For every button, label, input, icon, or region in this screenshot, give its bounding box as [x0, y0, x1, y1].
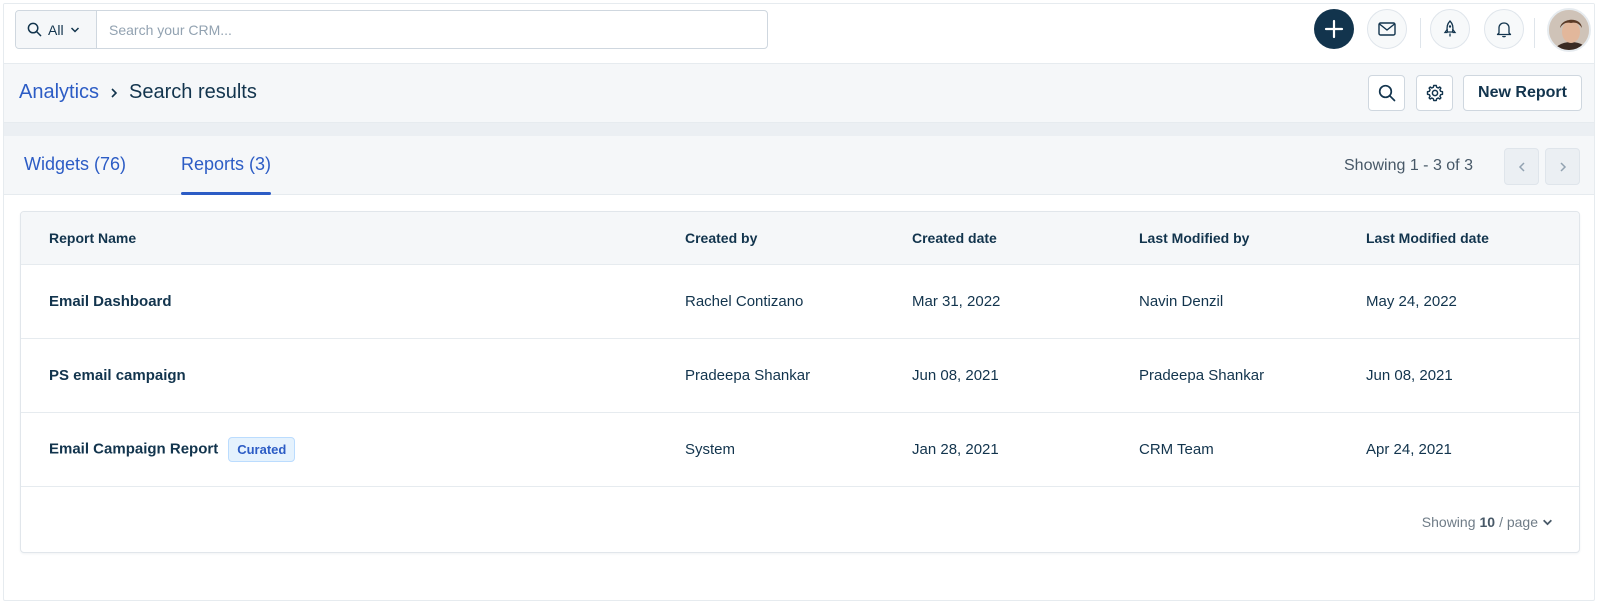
- header-separator: [4, 123, 1594, 136]
- tab-widgets[interactable]: Widgets (76): [24, 154, 126, 195]
- page-title: Search results: [129, 81, 257, 103]
- modified-date-cell: Jun 08, 2021: [1366, 366, 1453, 384]
- new-report-button[interactable]: New Report: [1463, 75, 1582, 111]
- created-by-cell: Rachel Contizano: [685, 292, 804, 310]
- modified-date-cell: May 24, 2022: [1366, 292, 1457, 310]
- search-icon: [1378, 84, 1395, 102]
- global-search: All: [15, 10, 768, 49]
- search-scope-dropdown[interactable]: All: [16, 11, 97, 48]
- previous-page-button[interactable]: [1504, 148, 1539, 185]
- mail-icon: [1378, 22, 1396, 36]
- table-row[interactable]: Email Dashboard Rachel Contizano Mar 31,…: [21, 264, 1579, 338]
- search-input[interactable]: [97, 11, 767, 48]
- column-header-created-by[interactable]: Created by: [685, 212, 912, 264]
- curated-badge: Curated: [228, 436, 296, 462]
- report-name-link[interactable]: Email Campaign Report: [49, 440, 218, 457]
- top-bar: All: [4, 4, 1594, 64]
- created-date-cell: Mar 31, 2022: [912, 292, 1001, 310]
- created-by-cell: Pradeepa Shankar: [685, 366, 811, 384]
- rocket-button[interactable]: [1430, 9, 1470, 49]
- per-page-prefix: Showing: [1421, 514, 1476, 530]
- reports-table: Report Name Created by Created date Last…: [21, 212, 1579, 487]
- notifications-button[interactable]: [1484, 9, 1524, 49]
- chevron-left-icon: [1518, 161, 1525, 172]
- tab-reports-label: Reports (3): [181, 154, 272, 174]
- active-tab-indicator: [181, 192, 272, 195]
- created-by-cell: System: [685, 440, 736, 458]
- per-page-suffix: / page: [1499, 514, 1538, 530]
- created-date-cell: Jun 08, 2021: [912, 366, 999, 384]
- chevron-right-icon: [1559, 161, 1566, 172]
- table-row[interactable]: PS email campaign Pradeepa Shankar Jun 0…: [21, 338, 1579, 412]
- modified-by-cell: Navin Denzil: [1139, 292, 1224, 310]
- breadcrumb: Analytics Search results: [19, 81, 257, 104]
- modified-date-cell: Apr 24, 2021: [1366, 440, 1452, 458]
- chevron-right-icon: [111, 87, 118, 98]
- toolbar-divider: [1420, 18, 1421, 48]
- column-header-report-name[interactable]: Report Name: [21, 212, 685, 264]
- report-name-link[interactable]: Email Dashboard: [49, 293, 172, 310]
- gear-icon: [1426, 84, 1443, 102]
- column-header-created-date[interactable]: Created date: [912, 212, 1139, 264]
- modified-by-cell: Pradeepa Shankar: [1139, 366, 1265, 384]
- bell-icon: [1496, 22, 1512, 38]
- search-icon: [27, 22, 42, 37]
- plus-icon: [1324, 19, 1344, 39]
- breadcrumb-analytics-link[interactable]: Analytics: [19, 81, 99, 104]
- report-name-link[interactable]: PS email campaign: [49, 367, 186, 384]
- rocket-icon: [1443, 20, 1457, 37]
- search-scope-label: All: [48, 21, 64, 38]
- quick-add-button[interactable]: [1314, 9, 1354, 49]
- avatar-image: [1549, 10, 1589, 50]
- modified-by-cell: CRM Team: [1139, 440, 1214, 458]
- search-button[interactable]: [1368, 75, 1405, 111]
- page-header: Analytics Search results New Report: [4, 64, 1594, 123]
- reports-table-card: Report Name Created by Created date Last…: [20, 211, 1580, 553]
- column-header-last-modified-date[interactable]: Last Modified date: [1366, 212, 1579, 264]
- per-page-value: 10: [1479, 514, 1496, 530]
- tabs-row: Widgets (76) Reports (3) Showing 1 - 3 o…: [4, 136, 1594, 195]
- table-row[interactable]: Email Campaign Report Curated System Jan …: [21, 412, 1579, 486]
- settings-button[interactable]: [1416, 75, 1453, 111]
- next-page-button[interactable]: [1545, 148, 1580, 185]
- table-header-row: Report Name Created by Created date Last…: [21, 212, 1579, 264]
- column-header-last-modified-by[interactable]: Last Modified by: [1139, 212, 1366, 264]
- mail-button[interactable]: [1367, 9, 1407, 49]
- per-page-selector[interactable]: Showing 10 / page: [1422, 514, 1553, 530]
- results-range: Showing 1 - 3 of 3: [1344, 157, 1473, 174]
- app-window: All Analytic: [3, 3, 1595, 601]
- chevron-down-icon: [70, 26, 79, 33]
- tab-reports[interactable]: Reports (3): [181, 154, 272, 195]
- toolbar-divider: [1534, 18, 1535, 48]
- chevron-down-icon: [1543, 519, 1552, 525]
- created-date-cell: Jan 28, 2021: [912, 440, 999, 458]
- user-avatar[interactable]: [1547, 8, 1591, 52]
